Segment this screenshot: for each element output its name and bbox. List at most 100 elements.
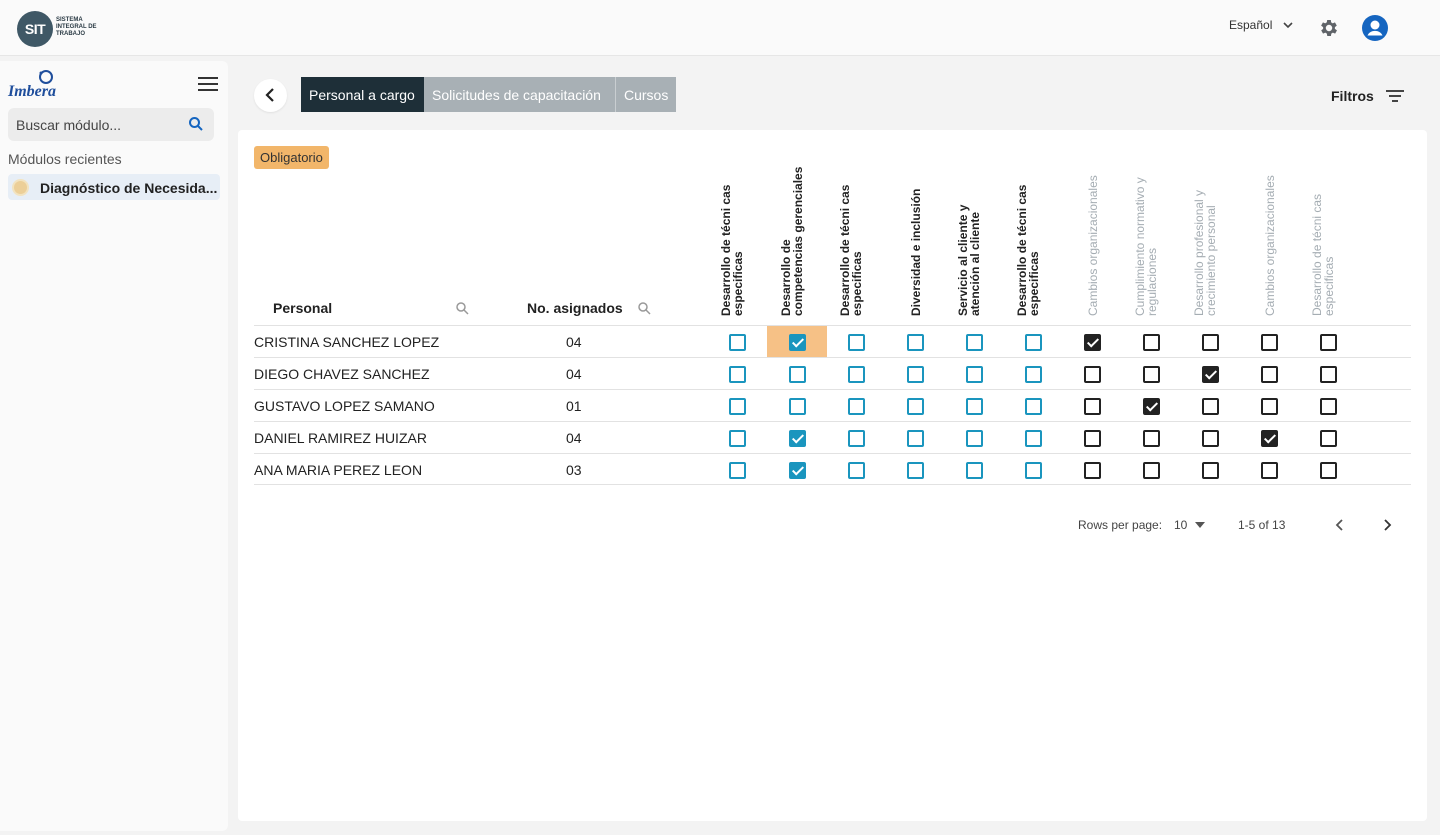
course-checkbox[interactable] (848, 462, 865, 479)
course-checkbox[interactable] (907, 366, 924, 383)
tab-solicitudes-capacitacion[interactable]: Solicitudes de capacitación (424, 77, 615, 112)
course-column-header: Diversidad e inclusión (886, 156, 944, 316)
table-row: GUSTAVO LOPEZ SAMANO 01 (254, 389, 1411, 421)
course-checkbox[interactable] (1084, 430, 1101, 447)
course-checkbox[interactable] (966, 366, 983, 383)
course-checkbox[interactable] (966, 334, 983, 351)
account-circle-icon[interactable] (1362, 15, 1388, 41)
search-icon[interactable] (188, 116, 204, 132)
rows-per-page-label: Rows per page: (1078, 518, 1163, 532)
course-column-label: Cambios organizacionales (1086, 175, 1100, 316)
course-checkbox[interactable] (1320, 430, 1337, 447)
employee-name: GUSTAVO LOPEZ SAMANO (254, 398, 435, 414)
course-checkbox[interactable] (1320, 462, 1337, 479)
menu-icon[interactable] (198, 77, 218, 91)
course-column-label: Desarrollo de técni cas especificas (1310, 193, 1336, 316)
course-checkbox[interactable] (1320, 334, 1337, 351)
course-checkbox[interactable] (1261, 398, 1278, 415)
course-checkbox[interactable] (966, 462, 983, 479)
course-checkbox[interactable] (1202, 430, 1219, 447)
chevron-right-icon[interactable] (1381, 519, 1393, 531)
course-checkbox[interactable] (1084, 462, 1101, 479)
course-checkbox[interactable] (1084, 334, 1101, 351)
course-checkbox[interactable] (907, 334, 924, 351)
course-checkbox[interactable] (1261, 366, 1278, 383)
course-checkbox[interactable] (1143, 462, 1160, 479)
course-checkbox[interactable] (1025, 398, 1042, 415)
course-checkbox[interactable] (789, 462, 806, 479)
course-checkbox[interactable] (1084, 398, 1101, 415)
course-column-label: Diversidad e inclusión (909, 188, 923, 316)
course-checkbox[interactable] (1084, 366, 1101, 383)
back-button[interactable] (254, 79, 287, 112)
course-checkbox[interactable] (966, 430, 983, 447)
course-checkbox[interactable] (1202, 462, 1219, 479)
course-checkbox[interactable] (1202, 334, 1219, 351)
course-checkbox[interactable] (848, 366, 865, 383)
arrow-drop-down-icon[interactable] (1194, 519, 1206, 531)
course-checkbox[interactable] (907, 398, 924, 415)
course-checkbox[interactable] (789, 430, 806, 447)
course-column-label: Desarrollo de técni cas especificas (1015, 184, 1041, 316)
chevron-left-icon[interactable] (1334, 519, 1346, 531)
course-checkbox[interactable] (966, 398, 983, 415)
gear-icon[interactable] (1318, 17, 1340, 39)
course-checkbox[interactable] (907, 430, 924, 447)
course-checkbox[interactable] (729, 398, 746, 415)
course-column-header: Desarrollo de técni cas especificas (1299, 156, 1357, 316)
pagination-range: 1-5 of 13 (1238, 518, 1286, 532)
course-checkbox[interactable] (848, 398, 865, 415)
sidebar: Imbera Buscar módulo... Módulos reciente… (0, 61, 228, 831)
course-column-header: Desarrollo de técni cas especificas (827, 156, 885, 316)
course-checkbox[interactable] (789, 334, 806, 351)
course-checkbox[interactable] (848, 334, 865, 351)
course-checkbox[interactable] (729, 462, 746, 479)
course-checkbox[interactable] (1202, 366, 1219, 383)
course-checkbox[interactable] (1143, 430, 1160, 447)
course-checkbox[interactable] (848, 430, 865, 447)
tab-cursos[interactable]: Cursos (615, 77, 676, 112)
filters-button[interactable]: Filtros (1331, 88, 1404, 104)
course-checkbox[interactable] (1143, 398, 1160, 415)
filters-label: Filtros (1331, 88, 1374, 104)
tab-personal-a-cargo[interactable]: Personal a cargo (301, 77, 424, 112)
assigned-count: 04 (566, 430, 582, 446)
course-checkbox[interactable] (789, 398, 806, 415)
course-column-label: Cambios organizacionales (1263, 175, 1277, 316)
course-checkbox[interactable] (1143, 334, 1160, 351)
brand-name: Imbera (8, 83, 56, 100)
course-checkbox[interactable] (1202, 398, 1219, 415)
recent-module-item[interactable]: Diagnóstico de Necesida... (8, 174, 220, 200)
app-logo[interactable]: SIT (17, 11, 53, 47)
language-selector[interactable]: Español (1229, 18, 1294, 32)
rows-per-page-select[interactable]: 10 (1174, 518, 1187, 532)
course-checkbox[interactable] (1261, 334, 1278, 351)
column-header-personal: Personal (273, 300, 333, 316)
recent-module-label: Diagnóstico de Necesida... (40, 180, 218, 196)
course-checkbox[interactable] (729, 430, 746, 447)
recent-modules-title: Módulos recientes (8, 151, 122, 167)
course-checkbox[interactable] (789, 366, 806, 383)
course-checkbox[interactable] (729, 366, 746, 383)
course-checkbox[interactable] (1025, 366, 1042, 383)
course-column-header: Cambios organizacionales (1240, 156, 1298, 316)
course-checkbox[interactable] (1320, 366, 1337, 383)
search-icon[interactable] (455, 301, 469, 315)
course-checkbox[interactable] (729, 334, 746, 351)
course-column-label: Desarrollo de técni cas especificas (719, 184, 745, 316)
module-icon (12, 179, 29, 196)
table-row: DANIEL RAMIREZ HUIZAR 04 (254, 421, 1411, 453)
course-checkbox[interactable] (1143, 366, 1160, 383)
column-header-assigned: No. asignados (527, 300, 623, 316)
course-checkbox[interactable] (907, 462, 924, 479)
module-search-input[interactable]: Buscar módulo... (8, 108, 214, 141)
course-checkbox[interactable] (1025, 462, 1042, 479)
employee-name: CRISTINA SANCHEZ LOPEZ (254, 334, 440, 350)
course-checkbox[interactable] (1320, 398, 1337, 415)
course-checkbox[interactable] (1025, 334, 1042, 351)
course-checkbox[interactable] (1261, 430, 1278, 447)
assigned-count: 03 (566, 462, 582, 478)
course-checkbox[interactable] (1261, 462, 1278, 479)
course-checkbox[interactable] (1025, 430, 1042, 447)
search-icon[interactable] (637, 301, 651, 315)
